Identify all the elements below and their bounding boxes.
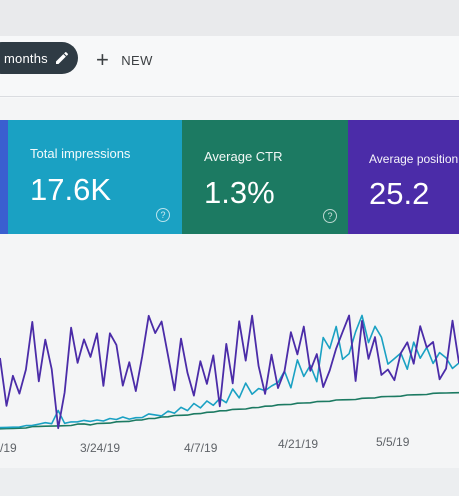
x-tick-label: 3/24/19 <box>80 441 121 455</box>
metric-value: 17.6K <box>30 172 112 207</box>
metric-value: 25.2 <box>369 176 430 211</box>
date-range-chip[interactable]: months <box>0 42 78 74</box>
new-filter-label: NEW <box>121 52 153 68</box>
x-tick-label: 4/7/19 <box>184 441 218 455</box>
date-range-label: months <box>4 50 48 66</box>
series-line-0 <box>0 314 459 430</box>
plus-icon: + <box>96 47 110 72</box>
pencil-icon[interactable] <box>54 50 70 66</box>
metric-card-edge <box>0 120 8 234</box>
performance-line-chart <box>0 314 459 430</box>
help-circle-icon[interactable]: ? <box>156 208 170 222</box>
metric-card-average-ctr[interactable]: Average CTR 1.3% ? <box>182 120 348 234</box>
browser-top-band <box>0 0 459 36</box>
metric-label: Average position <box>369 152 459 166</box>
metric-label: Total impressions <box>30 146 131 161</box>
help-circle-icon[interactable]: ? <box>323 209 337 223</box>
x-tick-label: 5/5/19 <box>376 435 410 449</box>
metric-card-total-impressions[interactable]: Total impressions 17.6K ? <box>8 120 182 234</box>
toolbar-divider <box>0 96 459 97</box>
series-line-2 <box>0 391 459 430</box>
new-filter-button[interactable]: + NEW <box>96 46 153 74</box>
page-bottom <box>0 468 459 496</box>
metric-value: 1.3% <box>204 175 275 210</box>
x-tick-label: 4/21/19 <box>278 437 319 451</box>
x-tick-label: /19 <box>0 441 17 455</box>
metric-card-average-position[interactable]: Average position 25.2 <box>348 120 459 234</box>
metric-label: Average CTR <box>204 149 283 164</box>
